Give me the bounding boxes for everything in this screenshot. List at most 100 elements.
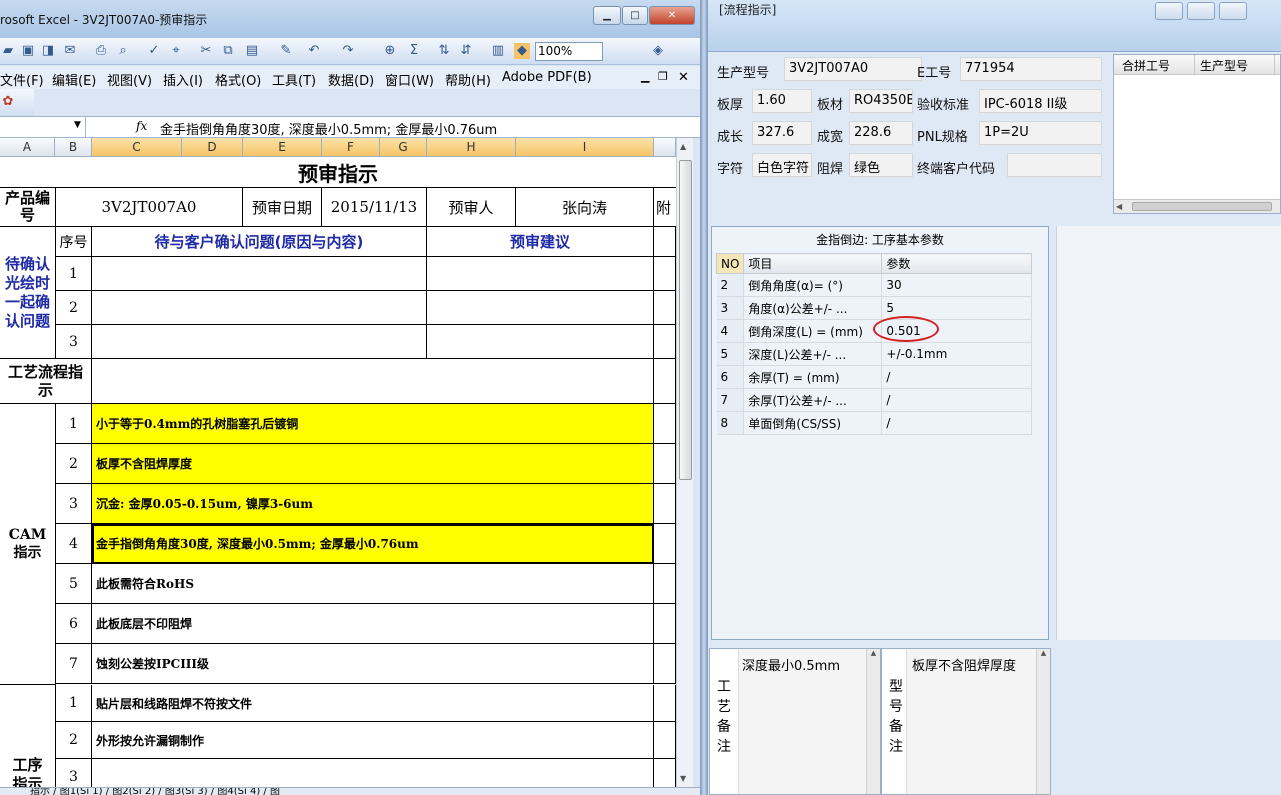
print-preview-icon[interactable]: ⌕ bbox=[115, 43, 131, 59]
sort-descending-icon[interactable]: ⇵ bbox=[458, 43, 474, 59]
menu-insert[interactable]: 插入(I) bbox=[163, 70, 203, 89]
param-no-cell[interactable]: 2 bbox=[716, 273, 745, 297]
suggestion-cell[interactable] bbox=[427, 257, 654, 291]
param-row[interactable]: 8 单面倒角(CS/SS) / bbox=[716, 411, 1033, 435]
proc-instruction-cell[interactable]: 贴片层和线路阻焊不符按文件 bbox=[92, 685, 654, 722]
param-param-cell[interactable]: 30 bbox=[881, 273, 1033, 297]
scroll-thumb[interactable] bbox=[1132, 202, 1272, 211]
empty-cell[interactable] bbox=[654, 404, 676, 444]
empty-cell[interactable] bbox=[654, 227, 676, 257]
empty-cell[interactable] bbox=[654, 325, 676, 359]
empty-cell[interactable] bbox=[654, 644, 676, 684]
param-item-cell[interactable]: 角度(α)公差+/- ... bbox=[743, 296, 883, 320]
column-header-f[interactable]: F bbox=[322, 138, 380, 157]
menu-edit[interactable]: 编辑(E) bbox=[52, 70, 96, 89]
column-header-h[interactable]: H bbox=[427, 138, 516, 157]
col-param[interactable]: 参数 bbox=[881, 253, 1033, 274]
sort-ascending-icon[interactable]: ⇅ bbox=[436, 43, 452, 59]
menu-window[interactable]: 窗口(W) bbox=[385, 70, 434, 89]
seq-cell[interactable]: 2 bbox=[56, 291, 92, 325]
research-icon[interactable]: ⌖ bbox=[168, 43, 184, 59]
param-no-cell[interactable]: 8 bbox=[716, 411, 745, 435]
menu-file[interactable]: 文件(F) bbox=[0, 70, 44, 89]
merge-table[interactable]: 合拼工号 生产型号 ◀ bbox=[1113, 54, 1281, 214]
param-no-cell[interactable]: 6 bbox=[716, 365, 745, 389]
param-param-cell[interactable]: / bbox=[881, 365, 1033, 389]
merge-col-model[interactable]: 生产型号 bbox=[1200, 57, 1248, 74]
column-header-e[interactable]: E bbox=[243, 138, 322, 157]
column-header-j[interactable] bbox=[654, 138, 676, 157]
proc-instruction-cell[interactable] bbox=[92, 759, 654, 787]
process-note-input[interactable]: 深度最小0.5mm bbox=[738, 649, 868, 794]
proc-seq-cell[interactable]: 3 bbox=[56, 759, 92, 787]
procedure-instruction-label[interactable]: 工序指示 bbox=[0, 685, 56, 787]
empty-cell[interactable] bbox=[654, 685, 676, 722]
product-label-cell[interactable]: 产品编号 bbox=[0, 187, 56, 227]
cam-instruction-cell[interactable]: 金手指倒角角度30度, 深度最小0.5mm; 金厚最小0.76um bbox=[92, 524, 654, 564]
proc-instruction-cell[interactable]: 外形按允许漏铜制作 bbox=[92, 722, 654, 759]
customer-field[interactable] bbox=[1007, 153, 1102, 177]
scroll-up-icon[interactable]: ▲ bbox=[680, 142, 686, 151]
cam-seq-cell[interactable]: 5 bbox=[56, 564, 92, 604]
reviewer-label-cell[interactable]: 预审人 bbox=[427, 187, 516, 227]
menu-data[interactable]: 数据(D) bbox=[328, 70, 374, 89]
model-note-input[interactable]: 板厚不含阻焊厚度 bbox=[906, 649, 1038, 794]
material-field[interactable]: RO4350B bbox=[849, 89, 913, 113]
issues-header-cell[interactable]: 待与客户确认问题(原因与内容) bbox=[92, 227, 427, 257]
standard-field[interactable]: IPC-6018 II级 bbox=[979, 89, 1102, 113]
copy-icon[interactable]: ⧉ bbox=[220, 43, 236, 59]
close-button[interactable] bbox=[1219, 2, 1247, 20]
suggestion-cell[interactable] bbox=[427, 325, 654, 359]
empty-cell[interactable] bbox=[654, 564, 676, 604]
name-box-dropdown-icon[interactable]: ▼ bbox=[74, 120, 81, 130]
process-flow-label[interactable]: 工艺流程指示 bbox=[0, 359, 92, 404]
sheet-tabs[interactable]: 指示 / 图1(Si 1) / 图2(Si 2) / 图3(Si 3) / 图4… bbox=[0, 787, 703, 795]
scroll-up-icon[interactable]: ▲ bbox=[867, 649, 880, 657]
chart-wizard-icon[interactable]: ▥ bbox=[490, 43, 506, 59]
empty-cell[interactable] bbox=[654, 359, 676, 404]
cam-seq-cell[interactable]: 2 bbox=[56, 444, 92, 484]
cam-instruction-cell[interactable]: 小于等于0.4mm的孔树脂塞孔后镀铜 bbox=[92, 404, 654, 444]
zoom-select[interactable]: 100% bbox=[535, 42, 603, 61]
menu-help[interactable]: 帮助(H) bbox=[445, 70, 491, 89]
cam-seq-cell[interactable]: 7 bbox=[56, 644, 92, 684]
date-value-cell[interactable]: 2015/11/13 bbox=[322, 187, 427, 227]
param-no-cell[interactable]: 7 bbox=[716, 388, 745, 412]
attachment-label-cell[interactable]: 附 bbox=[654, 187, 676, 227]
param-row[interactable]: 6 余厚(T) = (mm) / bbox=[716, 365, 1033, 389]
vertical-scrollbar[interactable]: ▲ ▼ bbox=[676, 138, 693, 787]
cam-instruction-cell[interactable]: 此板底层不印阻焊 bbox=[92, 604, 654, 644]
reviewer-value-cell[interactable]: 张向涛 bbox=[516, 187, 654, 227]
open-icon[interactable]: ▰ bbox=[0, 43, 16, 59]
param-item-cell[interactable]: 余厚(T) = (mm) bbox=[743, 365, 883, 389]
empty-cell[interactable] bbox=[654, 759, 676, 787]
process-flow-cell[interactable] bbox=[92, 359, 654, 404]
cam-instruction-label[interactable]: CAM指示 bbox=[0, 404, 56, 685]
cam-instruction-cell[interactable]: 板厚不含阻焊厚度 bbox=[92, 444, 654, 484]
cam-instruction-cell[interactable]: 蚀刻公差按IPCIII级 bbox=[92, 644, 654, 684]
model-field[interactable]: 3V2JT007A0 bbox=[784, 57, 922, 81]
param-no-cell[interactable]: 5 bbox=[716, 342, 745, 366]
maximize-button[interactable] bbox=[1187, 2, 1215, 20]
column-header-a[interactable]: A bbox=[0, 138, 55, 157]
length-field[interactable]: 327.6 bbox=[752, 121, 812, 145]
suggestion-header-cell[interactable]: 预审建议 bbox=[427, 227, 654, 257]
param-param-cell[interactable]: / bbox=[881, 388, 1033, 412]
process-note-scrollbar[interactable]: ▲ bbox=[866, 649, 880, 794]
drawing-icon[interactable]: ◆ bbox=[514, 43, 530, 59]
empty-cell[interactable] bbox=[654, 722, 676, 759]
excel-maximize-button[interactable]: □ bbox=[622, 6, 648, 25]
format-painter-icon[interactable]: ✎ bbox=[278, 43, 294, 59]
seq-cell[interactable]: 1 bbox=[56, 257, 92, 291]
seq-header-cell[interactable]: 序号 bbox=[56, 227, 92, 257]
scroll-up-icon[interactable]: ▲ bbox=[1037, 649, 1050, 657]
param-param-cell[interactable]: / bbox=[881, 411, 1033, 435]
param-row[interactable]: 3 角度(α)公差+/- ... 5 bbox=[716, 296, 1033, 320]
cam-seq-cell[interactable]: 4 bbox=[56, 524, 92, 564]
name-box[interactable]: ▼ bbox=[0, 117, 86, 137]
menu-format[interactable]: 格式(O) bbox=[215, 70, 261, 89]
suggestion-cell[interactable] bbox=[427, 291, 654, 325]
cam-seq-cell[interactable]: 1 bbox=[56, 404, 92, 444]
issue-cell[interactable] bbox=[92, 291, 427, 325]
doc-close-icon[interactable]: ✕ bbox=[678, 70, 689, 85]
